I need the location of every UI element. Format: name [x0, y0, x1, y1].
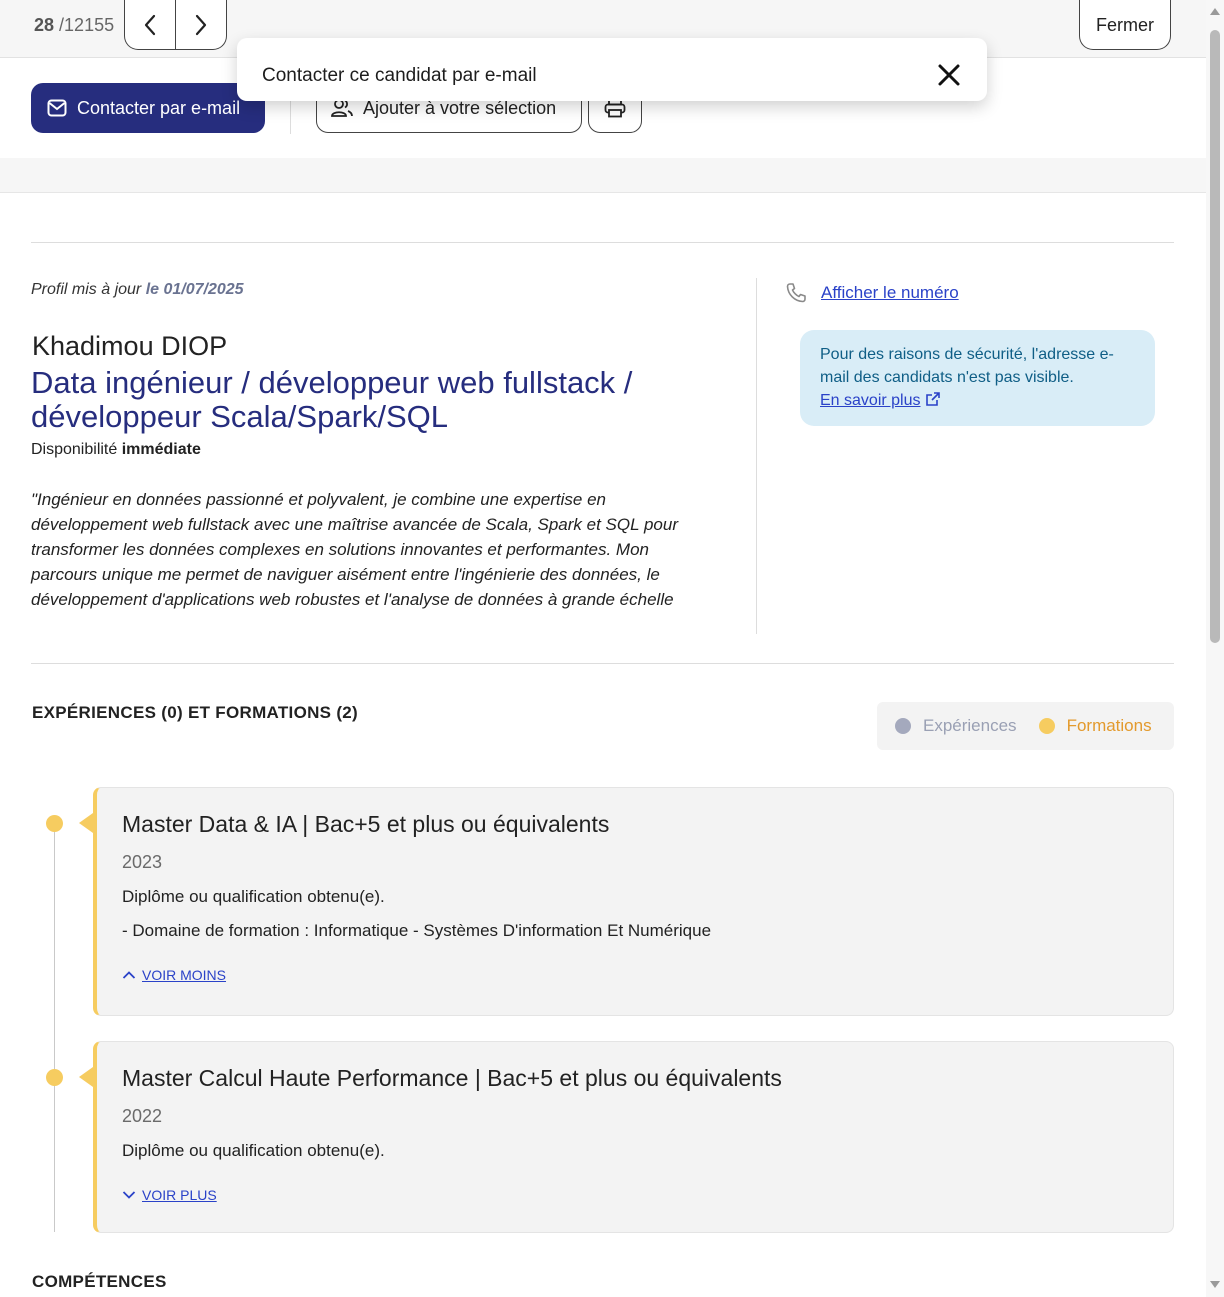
- formation-year: 2023: [122, 852, 163, 872]
- external-link-icon: [926, 392, 940, 406]
- formation-level: | Bac+5 et plus ou équivalents: [474, 1065, 782, 1091]
- see-more-label: VOIR PLUS: [142, 1187, 217, 1203]
- formation-card: Master Calcul Haute Performance | Bac+5 …: [93, 1041, 1174, 1233]
- divider: [31, 663, 1174, 664]
- updated-prefix: Profil mis à jour: [31, 281, 142, 298]
- printer-icon: [604, 98, 626, 118]
- current-index: 28: [34, 15, 55, 35]
- learn-more-label: En savoir plus: [820, 392, 921, 409]
- timeline-line: [54, 824, 55, 1232]
- formation-title: Master Calcul Haute Performance | Bac+5 …: [122, 1065, 1173, 1092]
- show-phone-link[interactable]: Afficher le numéro: [821, 283, 959, 303]
- formation-domain: - Domaine de formation : Informatique - …: [122, 921, 712, 940]
- contact-email-label: Contacter par e-mail: [77, 97, 241, 118]
- formation-status: Diplôme ou qualification obtenu(e).: [122, 887, 385, 906]
- previous-button[interactable]: [125, 0, 175, 49]
- candidate-title: Data ingénieur / développeur web fullsta…: [31, 365, 633, 434]
- legend-experiences: Expériences: [895, 716, 1017, 736]
- legend-formations-label: Formations: [1066, 716, 1152, 735]
- availability-label: Disponibilité: [31, 441, 118, 458]
- security-notice: Pour des raisons de sécurité, l'adresse …: [800, 330, 1155, 426]
- scroll-down-arrow[interactable]: [1210, 1281, 1220, 1288]
- see-less-label: VOIR MOINS: [142, 967, 227, 983]
- formation-status: Diplôme ou qualification obtenu(e).: [122, 1141, 385, 1160]
- availability: Disponibilité immédiate: [31, 441, 201, 459]
- timeline-legend: Expériences Formations: [877, 702, 1174, 750]
- close-icon[interactable]: [936, 62, 962, 88]
- formation-level: | Bac+5 et plus ou équivalents: [302, 811, 610, 837]
- chevron-right-icon: [195, 14, 207, 35]
- tooltip-text: Contacter ce candidat par e-mail: [262, 65, 537, 86]
- close-button[interactable]: Fermer: [1079, 0, 1171, 50]
- scrollbar[interactable]: [1206, 0, 1224, 1297]
- formation-title: Master Data & IA | Bac+5 et plus ou équi…: [122, 811, 1173, 838]
- availability-value: immédiate: [121, 441, 201, 458]
- contact-tooltip: Contacter ce candidat par e-mail: [237, 38, 987, 101]
- learn-more-link[interactable]: En savoir plus: [820, 392, 921, 409]
- scroll-up-arrow[interactable]: [1210, 8, 1220, 15]
- divider: [31, 242, 1174, 243]
- result-counter: 28 /12155: [34, 15, 114, 36]
- toolbar-band: [0, 158, 1206, 193]
- contact-email-button[interactable]: Contacter par e-mail: [31, 83, 265, 133]
- timeline-pointer: [79, 1067, 93, 1087]
- candidate-name: Khadimou DIOP: [32, 331, 228, 361]
- legend-experiences-label: Expériences: [923, 716, 1017, 735]
- skills-section-title: COMPÉTENCES: [32, 1272, 167, 1291]
- formation-name: Master Data & IA: [122, 811, 296, 837]
- phone-icon: [786, 283, 806, 303]
- updated-date: le 01/07/2025: [145, 281, 244, 298]
- envelope-icon: [47, 99, 67, 117]
- formation-name: Master Calcul Haute Performance: [122, 1065, 469, 1091]
- users-icon: [331, 99, 353, 117]
- timeline-dot: [46, 815, 63, 832]
- divider: [290, 96, 291, 134]
- see-more-link[interactable]: VOIR PLUS: [122, 1187, 1173, 1203]
- pagination-nav: [124, 0, 227, 50]
- see-less-link[interactable]: VOIR MOINS: [122, 967, 1173, 983]
- legend-formations: Formations: [1038, 716, 1152, 736]
- total-count: /12155: [59, 15, 115, 35]
- phone-row: Afficher le numéro: [785, 282, 959, 304]
- formation-year: 2022: [122, 1106, 163, 1126]
- chevron-left-icon: [144, 14, 156, 35]
- legend-formations-dot: [1038, 718, 1055, 734]
- timeline-pointer: [79, 813, 93, 833]
- column-divider: [756, 278, 757, 634]
- experience-section-title: EXPÉRIENCES (0) ET FORMATIONS (2): [32, 703, 359, 722]
- formation-card: Master Data & IA | Bac+5 et plus ou équi…: [93, 787, 1174, 1016]
- scroll-thumb[interactable]: [1210, 30, 1220, 643]
- security-text: Pour des raisons de sécurité, l'adresse …: [820, 346, 1114, 386]
- chevron-down-icon: [122, 1191, 136, 1199]
- legend-experiences-dot: [895, 718, 911, 734]
- chevron-up-icon: [122, 971, 136, 979]
- candidate-summary: "Ingénieur en données passionné et polyv…: [31, 490, 679, 609]
- next-button[interactable]: [175, 0, 226, 49]
- profile-updated: Profil mis à jour le 01/07/2025: [31, 281, 244, 299]
- timeline-dot: [46, 1069, 63, 1086]
